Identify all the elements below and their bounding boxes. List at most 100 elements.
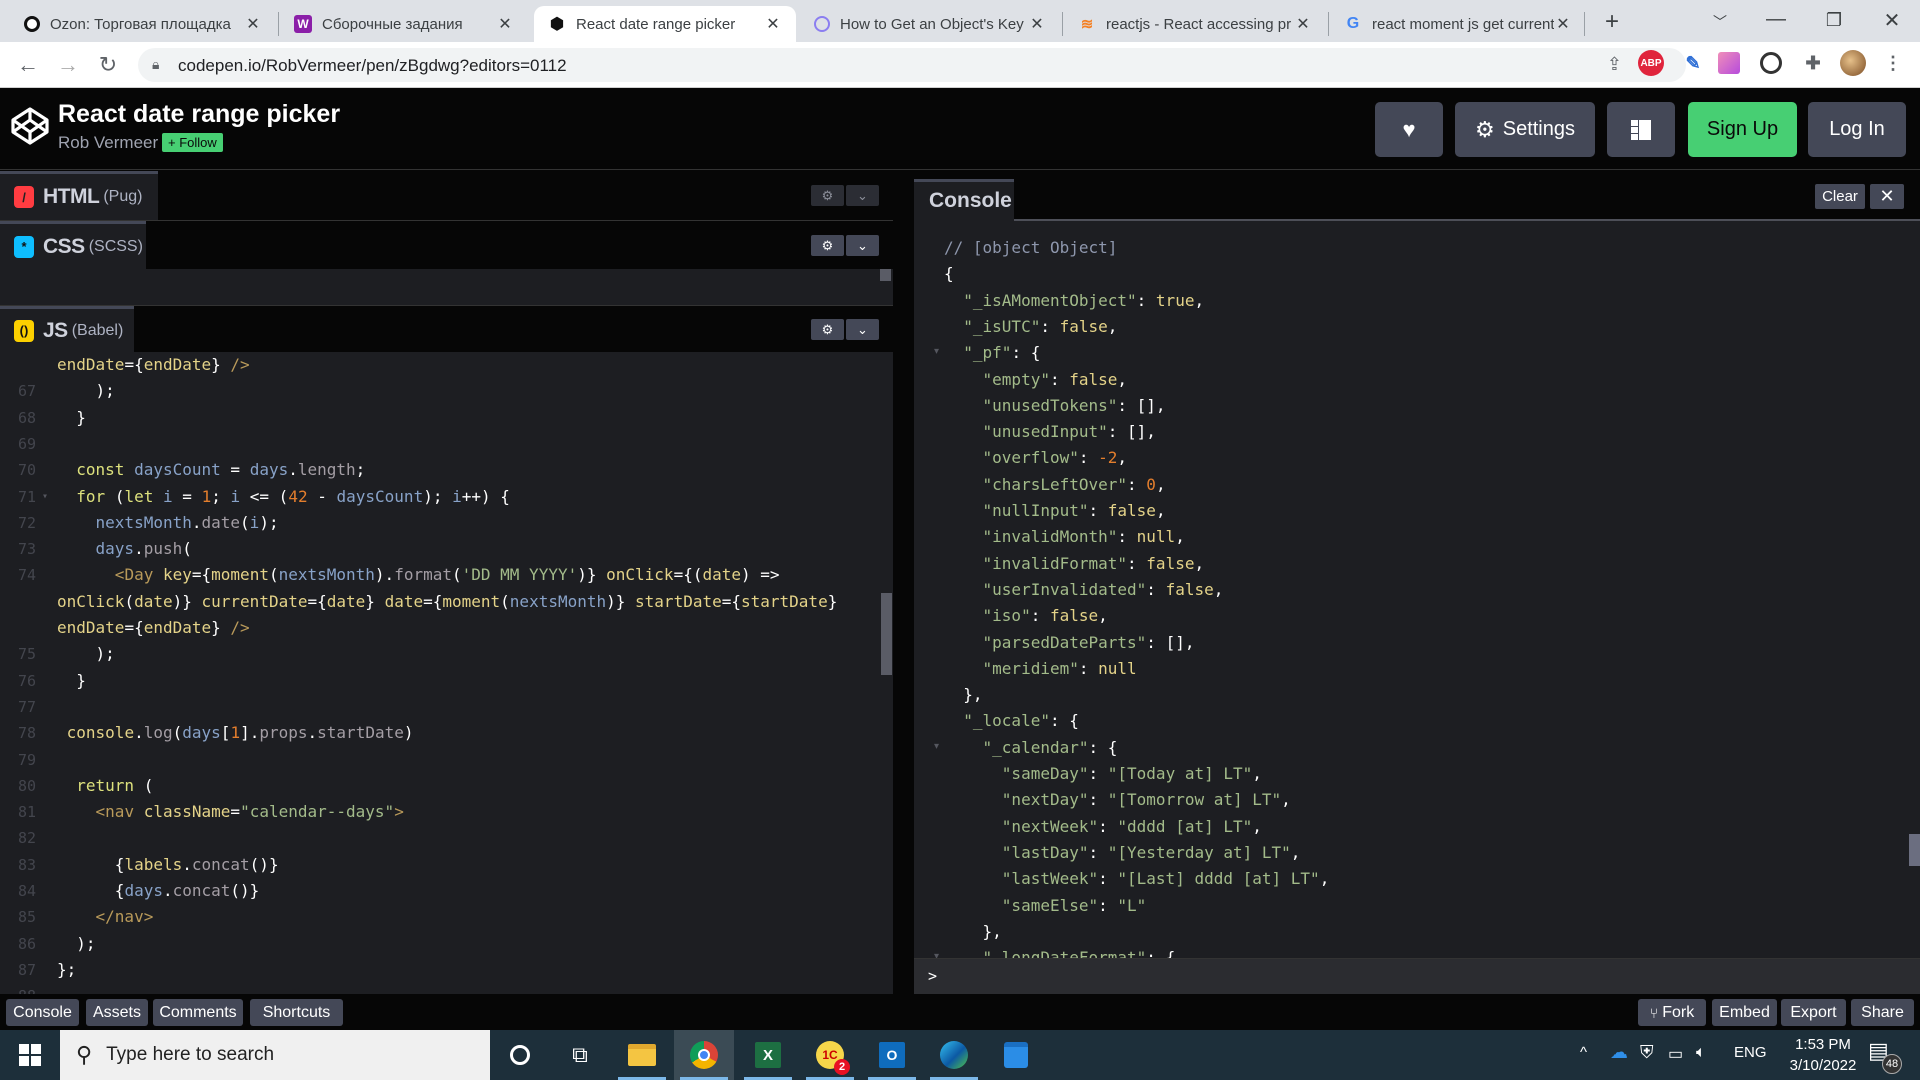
css-collapse-button[interactable]: ⌄ — [846, 235, 879, 256]
taskbar-clock[interactable]: 1:53 PM 3/10/2022 — [1778, 1034, 1868, 1076]
outlook-icon[interactable]: O — [862, 1030, 922, 1080]
html-settings-button[interactable]: ⚙ — [811, 185, 844, 206]
console-line: }, — [944, 685, 983, 705]
language-indicator[interactable]: ENG — [1734, 1044, 1767, 1061]
calendar-app-icon[interactable] — [986, 1030, 1046, 1080]
console-output[interactable]: // [object Object] { "_isAMomentObject": … — [914, 223, 1920, 958]
export-button[interactable]: Export — [1781, 999, 1846, 1026]
close-window-button[interactable]: ✕ — [1872, 8, 1912, 33]
layout-icon — [1631, 119, 1651, 140]
edge-icon[interactable] — [924, 1030, 984, 1080]
footer-assets-button[interactable]: Assets — [86, 999, 148, 1026]
pane-resize-handle[interactable] — [893, 171, 914, 994]
embed-button[interactable]: Embed — [1712, 999, 1777, 1026]
url-text[interactable]: codepen.io/RobVermeer/pen/zBgdwg?editors… — [178, 56, 567, 76]
adblock-icon[interactable]: ABP — [1638, 50, 1664, 76]
close-tab-icon[interactable]: ✕ — [244, 14, 262, 34]
1c-icon[interactable]: 1C 2 — [800, 1030, 860, 1080]
reload-button[interactable]: ↻ — [94, 52, 122, 78]
code-text: }; — [57, 959, 77, 979]
address-bar[interactable]: 🔒︎ codepen.io/RobVermeer/pen/zBgdwg?edit… — [138, 48, 1686, 82]
author-name[interactable]: Rob Vermeer — [58, 133, 158, 153]
chrome-icon[interactable] — [674, 1030, 734, 1080]
console-close-button[interactable]: ✕ — [1870, 184, 1904, 209]
restore-button[interactable]: ❐ — [1814, 10, 1854, 31]
minimize-button[interactable]: — — [1756, 8, 1796, 31]
browser-tab-codepen[interactable]: ⬢ React date range picker ✕ — [534, 6, 796, 42]
cortana-icon[interactable] — [490, 1030, 550, 1080]
browser-tab-stackoverflow[interactable]: ≋ reactjs - React accessing pr ✕ — [1064, 6, 1326, 42]
fold-arrow-icon[interactable]: ▾ — [934, 951, 939, 958]
close-tab-icon[interactable]: ✕ — [1294, 14, 1312, 34]
browser-tab-hashnode[interactable]: How to Get an Object's Key ✕ — [800, 6, 1060, 42]
browser-tab-google[interactable]: G react moment js get current ✕ — [1330, 6, 1586, 42]
new-tab-button[interactable]: + — [1592, 8, 1632, 36]
footer-console-button[interactable]: Console — [6, 999, 79, 1026]
show-hidden-icons-chevron[interactable]: ^ — [1580, 1044, 1587, 1061]
js-scrollbar-thumb[interactable] — [881, 593, 892, 675]
browser-tab-ozon[interactable]: Ozon: Торговая площадка ✕ — [10, 6, 276, 42]
codepen-logo-icon[interactable] — [10, 106, 50, 146]
footer-comments-button[interactable]: Comments — [153, 999, 243, 1026]
task-view-icon[interactable]: ⧉ — [550, 1030, 610, 1080]
eyedropper-icon[interactable]: ✎ — [1680, 50, 1706, 76]
css-editor-tab[interactable]: * CSS (SCSS) — [0, 221, 146, 269]
console-scrollbar-thumb[interactable] — [1909, 834, 1920, 866]
fold-arrow-icon[interactable]: ▾ — [934, 346, 939, 357]
settings-button[interactable]: ⚙ Settings — [1455, 102, 1595, 157]
color-gradient-icon[interactable] — [1718, 52, 1740, 74]
code-text: const daysCount = days.length; — [76, 460, 366, 480]
line-number: 74 — [17, 566, 36, 585]
back-button[interactable]: ← — [14, 52, 42, 78]
change-view-button[interactable] — [1607, 102, 1675, 157]
clock-extension-icon[interactable] — [1760, 52, 1782, 74]
taskbar-search-box[interactable]: ⚲ Type here to search — [60, 1030, 490, 1080]
html-collapse-button[interactable]: ⌄ — [846, 185, 879, 206]
codepen-icon: ⬢ — [550, 16, 564, 33]
speaker-muted-icon[interactable]: 🔈︎ — [1696, 1044, 1706, 1062]
notification-center-button[interactable]: ▤ 48 — [1868, 1038, 1904, 1074]
html-editor-tab[interactable]: / HTML (Pug) — [0, 171, 158, 220]
start-button[interactable] — [0, 1030, 60, 1080]
security-shield-icon[interactable]: ⛨ — [1640, 1042, 1654, 1063]
love-button[interactable]: ♥ — [1375, 102, 1443, 157]
follow-button[interactable]: + Follow — [162, 133, 223, 152]
share-icon[interactable]: ⇪ — [1607, 54, 1622, 75]
close-tab-icon[interactable]: ✕ — [496, 14, 514, 34]
line-number: 83 — [17, 855, 36, 874]
js-collapse-button[interactable]: ⌄ — [846, 319, 879, 340]
puzzle-icon[interactable]: ✚ — [1800, 50, 1826, 76]
battery-icon[interactable]: ▭ — [1668, 1044, 1683, 1064]
console-input[interactable]: > — [914, 958, 1920, 994]
line-number: 80 — [17, 776, 36, 795]
fork-button[interactable]: ⑂ Fork — [1638, 999, 1706, 1026]
excel-icon[interactable]: X — [738, 1030, 798, 1080]
menu-dots-icon[interactable]: ⋮ — [1880, 50, 1906, 76]
fold-arrow-icon[interactable]: ▾ — [934, 741, 939, 752]
console-clear-button[interactable]: Clear — [1815, 184, 1865, 209]
console-line: }, — [944, 921, 1002, 941]
css-settings-button[interactable]: ⚙ — [811, 235, 844, 256]
tab-search-chevron-icon[interactable]: ﹀ — [1700, 12, 1740, 32]
console-header: Console Clear ✕ — [914, 171, 1920, 221]
css-code-area[interactable]: 1 $primary: #b670f4; — [0, 269, 893, 348]
js-settings-button[interactable]: ⚙ — [811, 319, 844, 340]
chevron-down-icon: ⌄ — [857, 237, 868, 253]
forward-button[interactable]: → — [54, 52, 82, 78]
close-tab-icon[interactable]: ✕ — [1554, 14, 1572, 34]
share-button[interactable]: Share — [1851, 999, 1914, 1026]
js-code-area[interactable]: endDate={endDate} /> 67 ); 68 } 69 70 const … — [0, 352, 893, 994]
hashnode-icon — [814, 16, 830, 32]
fold-arrow-icon[interactable]: ▾ — [42, 484, 48, 510]
profile-avatar[interactable] — [1840, 50, 1866, 76]
close-tab-icon[interactable]: ✕ — [764, 14, 782, 34]
onedrive-icon[interactable]: ☁ — [1610, 1042, 1628, 1063]
log-in-button[interactable]: Log In — [1808, 102, 1906, 157]
file-explorer-icon[interactable] — [612, 1030, 672, 1080]
footer-shortcuts-button[interactable]: Shortcuts — [250, 999, 343, 1026]
browser-tab-wildberries[interactable]: W Сборочные задания ✕ — [280, 6, 528, 42]
close-tab-icon[interactable]: ✕ — [1028, 14, 1046, 34]
js-editor-tab[interactable]: () JS (Babel) — [0, 306, 134, 352]
css-scrollbar-thumb[interactable] — [880, 269, 891, 281]
sign-up-button[interactable]: Sign Up — [1688, 102, 1797, 157]
